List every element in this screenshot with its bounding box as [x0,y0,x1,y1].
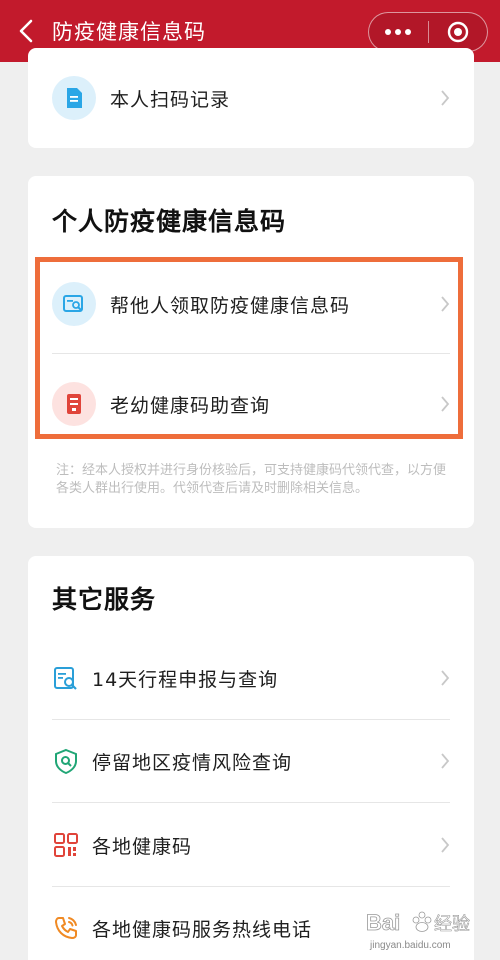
section-title: 个人防疫健康信息码 [52,207,287,236]
baidu-jingyan-watermark: Bai 经验 jingyan.baidu.com [364,900,482,956]
itinerary-search-icon [52,664,80,692]
paw-icon [412,911,432,932]
target-close-icon [447,21,468,43]
list-item-regional-codes[interactable]: 各地健康码 [52,829,450,861]
chevron-right-icon [441,90,450,106]
close-miniprogram-button[interactable] [429,13,488,51]
phone-icon [52,914,80,942]
section-title: 其它服务 [52,585,157,614]
qr-code-icon [52,831,80,859]
scan-record-card: 本人扫码记录 [28,48,474,148]
chevron-right-icon [441,670,450,686]
shield-search-icon [52,747,80,775]
divider [52,719,450,720]
chevron-right-icon [441,837,450,853]
highlight-box [35,257,463,439]
list-item-label: 14天行程申报与查询 [92,668,279,691]
watermark-url: jingyan.baidu.com [369,940,451,951]
document-icon [52,76,96,120]
more-dots-icon [385,29,412,35]
chevron-right-icon [441,753,450,769]
list-item-label: 各地健康码 [92,835,193,858]
watermark-brand-cn: 经验 [434,914,470,935]
list-item-label: 各地健康码服务热线电话 [92,918,313,941]
list-item-label: 本人扫码记录 [110,88,231,111]
list-item-risk-area[interactable]: 停留地区疫情风险查询 [52,745,450,777]
list-item-label: 停留地区疫情风险查询 [92,751,293,774]
proxy-note: 注：经本人授权并进行身份核验后，可支持健康码代领代查，以方便各类人群出行使用。代… [56,463,447,496]
more-button[interactable] [369,13,428,51]
miniprogram-capsule [368,12,488,52]
divider [52,802,450,803]
page-title: 防疫健康信息码 [52,20,206,44]
chevron-left-icon [19,19,33,43]
list-item-scan-record[interactable]: 本人扫码记录 [52,76,450,120]
watermark-brand: Bai [366,910,400,935]
list-item-itinerary[interactable]: 14天行程申报与查询 [52,662,450,694]
divider [52,886,450,887]
